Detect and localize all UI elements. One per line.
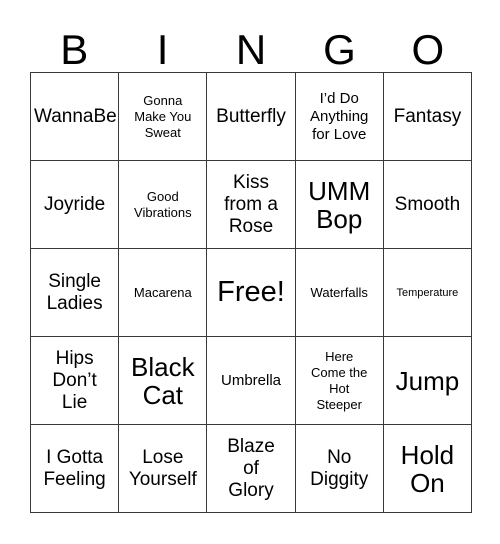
bingo-square[interactable]: Jump (383, 337, 473, 425)
bingo-square[interactable]: No Diggity (295, 425, 384, 513)
bingo-header-row: B I N G O (30, 16, 472, 72)
bingo-square[interactable]: Joyride (31, 161, 120, 249)
bingo-square-label: I’d Do Anything for Love (310, 89, 369, 143)
bingo-square-label: No Diggity (310, 446, 369, 490)
bingo-square-label: Jump (395, 365, 460, 396)
bingo-square-label: UMM Bop (308, 175, 371, 234)
bingo-square-label: Butterfly (216, 105, 286, 127)
bingo-square[interactable]: WannaBe (31, 73, 120, 161)
bingo-square[interactable]: Macarena (119, 249, 208, 337)
bingo-header-letter-g: G (323, 26, 356, 73)
bingo-square[interactable]: Waterfalls (295, 249, 384, 337)
bingo-square-label: Blaze of Glory (227, 435, 275, 501)
bingo-square-label: Good Vibrations (134, 188, 192, 220)
bingo-square-label: Waterfalls (310, 284, 368, 300)
bingo-card: B I N G O WannaBe Gonna Make You Sweat B… (0, 0, 500, 544)
bingo-row: Single Ladies Macarena Free! Waterfalls … (31, 249, 473, 337)
bingo-square-label: Hips Don’t Lie (52, 347, 97, 413)
bingo-header-letter-i: I (156, 26, 169, 73)
bingo-square[interactable]: Here Come the Hot Steeper (295, 337, 384, 425)
bingo-square[interactable]: Good Vibrations (119, 161, 208, 249)
bingo-header-letter-b: B (60, 26, 89, 73)
bingo-square-label: Kiss from a Rose (224, 171, 278, 237)
bingo-square[interactable]: Kiss from a Rose (207, 161, 296, 249)
bingo-square[interactable]: Temperature (383, 249, 473, 337)
bingo-square[interactable]: Fantasy (383, 73, 473, 161)
bingo-square[interactable]: UMM Bop (295, 161, 384, 249)
bingo-header-letter-o: O (411, 26, 445, 73)
bingo-square[interactable]: Smooth (383, 161, 473, 249)
bingo-square[interactable]: I’d Do Anything for Love (295, 73, 384, 161)
bingo-square-label: Hold On (400, 439, 455, 498)
bingo-square[interactable]: Single Ladies (31, 249, 120, 337)
bingo-square-label: Single Ladies (46, 270, 103, 314)
bingo-square-label: Black Cat (131, 351, 195, 410)
bingo-square-label: Umbrella (221, 371, 282, 389)
bingo-square[interactable]: I Gotta Feeling (31, 425, 120, 513)
bingo-square[interactable]: Black Cat (119, 337, 208, 425)
bingo-square-label: Here Come the Hot Steeper (311, 348, 368, 412)
bingo-square[interactable]: Umbrella (207, 337, 296, 425)
bingo-square[interactable]: Hips Don’t Lie (31, 337, 120, 425)
bingo-row: I Gotta Feeling Lose Yourself Blaze of G… (31, 425, 473, 513)
bingo-square[interactable]: Blaze of Glory (207, 425, 296, 513)
bingo-grid: WannaBe Gonna Make You Sweat Butterfly I… (30, 72, 473, 513)
bingo-square-label: Lose Yourself (128, 446, 197, 490)
bingo-free-square[interactable]: Free! (207, 249, 296, 337)
bingo-row: Joyride Good Vibrations Kiss from a Rose… (31, 161, 473, 249)
bingo-square-label: Fantasy (393, 105, 462, 127)
bingo-free-square-label: Free! (217, 276, 285, 308)
bingo-square-label: Smooth (394, 193, 461, 215)
bingo-square-label: I Gotta Feeling (43, 446, 106, 490)
bingo-square-label: WannaBe (34, 105, 117, 127)
bingo-square-label: Joyride (43, 193, 106, 215)
bingo-square[interactable]: Gonna Make You Sweat (119, 73, 208, 161)
bingo-header-letter-n: N (235, 26, 267, 73)
bingo-square-label: Gonna Make You Sweat (134, 92, 192, 140)
bingo-square[interactable]: Lose Yourself (119, 425, 208, 513)
bingo-square-label: Temperature (396, 286, 459, 299)
bingo-square-label: Macarena (133, 284, 192, 300)
bingo-row: WannaBe Gonna Make You Sweat Butterfly I… (31, 73, 473, 161)
bingo-row: Hips Don’t Lie Black Cat Umbrella Here C… (31, 337, 473, 425)
bingo-square[interactable]: Hold On (383, 425, 473, 513)
bingo-square[interactable]: Butterfly (207, 73, 296, 161)
